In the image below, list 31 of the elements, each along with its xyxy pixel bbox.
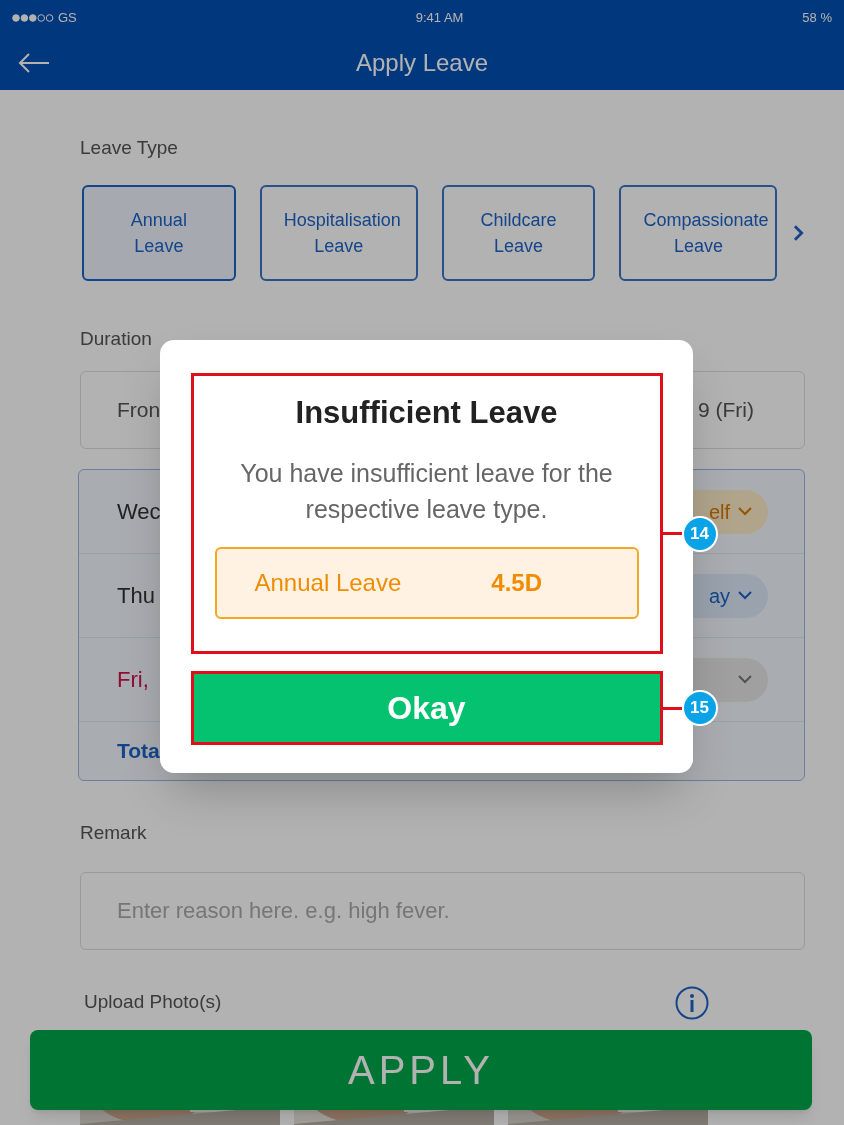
section-label: Duration: [80, 326, 153, 351]
section-label: Remark: [80, 821, 148, 845]
okay-button[interactable]: Okay: [193, 674, 660, 742]
section-label: Leave Type: [80, 136, 179, 160]
dialog-message: You have insufficient leave for the respective leave type.: [239, 457, 614, 525]
signal-icon: [12, 14, 54, 22]
apply-button[interactable]: APPLY: [30, 1030, 812, 1110]
leave-type-option[interactable]: Compassionate Leave: [619, 184, 778, 281]
status-time: 9:41 AM: [415, 9, 464, 28]
leave-type-option[interactable]: Childcare Leave: [441, 184, 596, 281]
section-label: Upload Photo(s): [84, 990, 222, 1015]
day-label: Wec: [117, 498, 161, 526]
total-label: Tota: [117, 738, 160, 765]
carrier-label: GS: [58, 9, 77, 28]
chevron-down-icon: [738, 507, 752, 516]
balance-type: Annual Leave: [254, 567, 402, 598]
callout-marker: 15: [681, 690, 718, 726]
back-icon[interactable]: [18, 53, 50, 73]
dialog-title: Insufficient Leave: [295, 394, 558, 432]
battery-label: 58 %: [802, 9, 832, 28]
info-icon[interactable]: [675, 985, 709, 1020]
leave-type-option[interactable]: Hospitalisation Leave: [259, 184, 418, 281]
remark-field[interactable]: Enter reason here. e.g. high fever.: [80, 871, 805, 950]
leave-type-option[interactable]: Annual Leave: [82, 184, 236, 281]
day-label: Thu: [117, 582, 155, 610]
screen-title: Apply Leave: [355, 48, 489, 78]
chevron-down-icon: [738, 591, 752, 600]
balance-value: 4.5D: [491, 567, 542, 598]
day-label: Fri,: [117, 666, 149, 694]
chevron-right-icon[interactable]: [793, 223, 805, 242]
chevron-down-icon: [738, 675, 752, 684]
